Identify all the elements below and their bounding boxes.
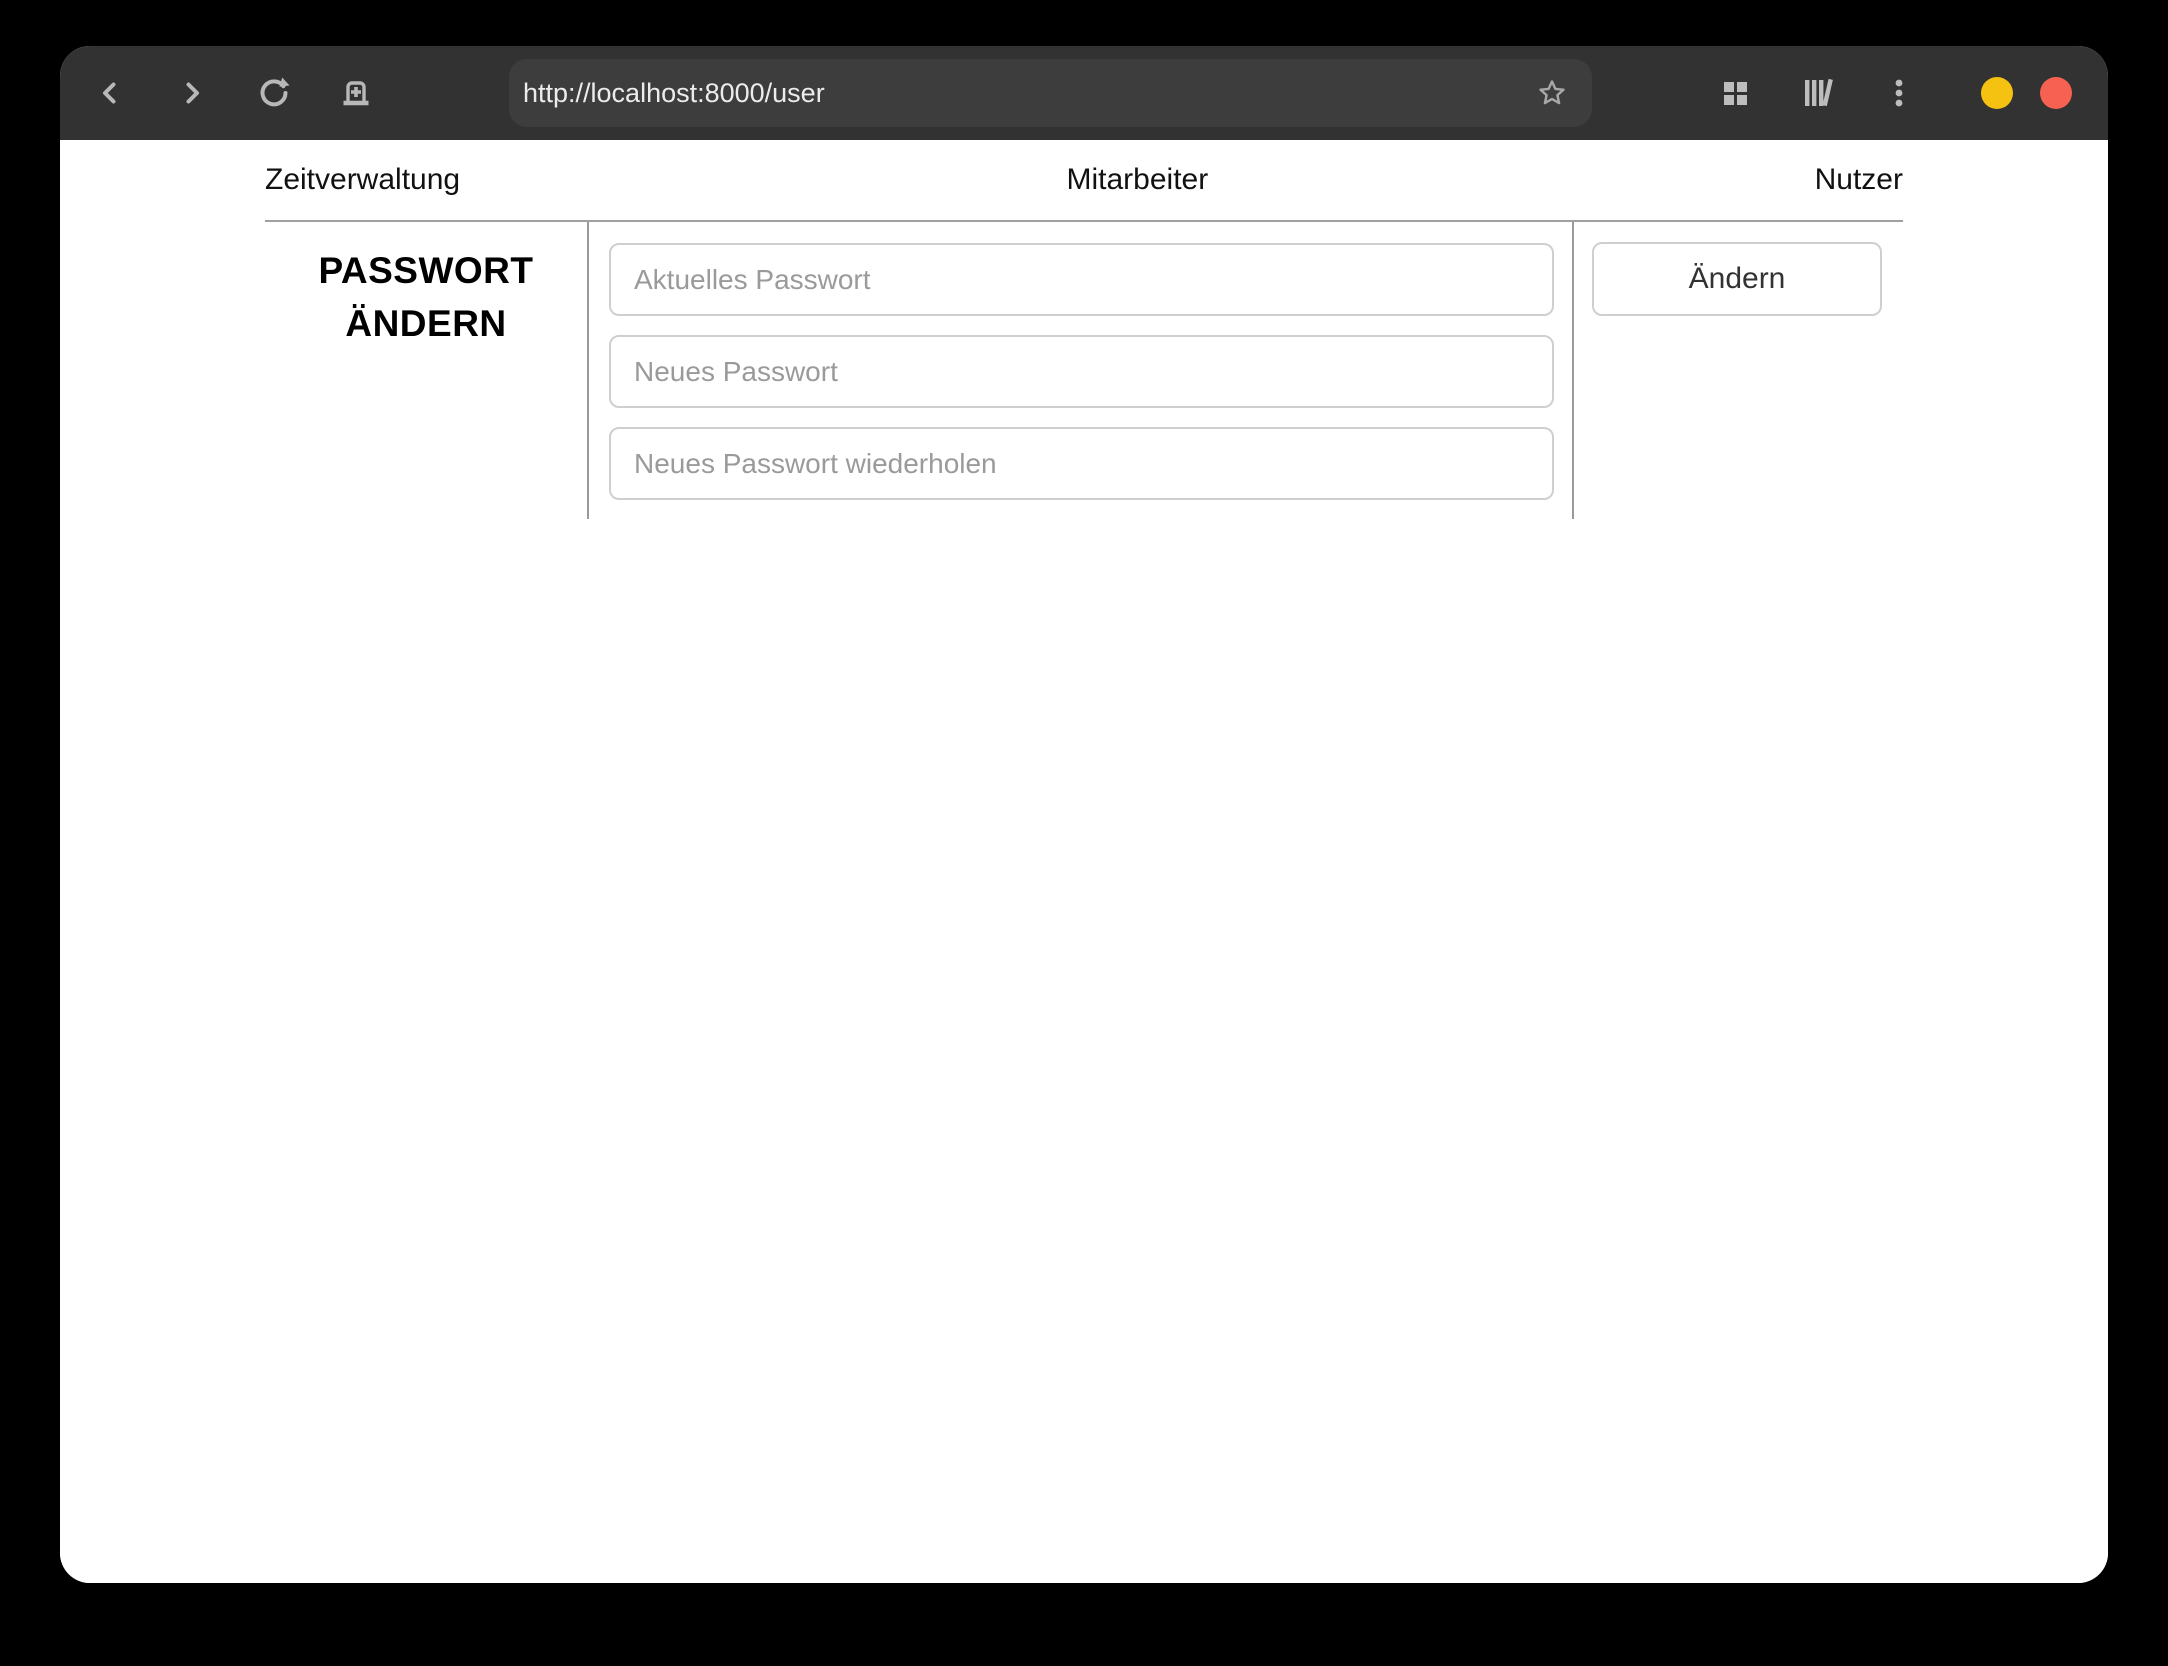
top-nav: Zeitverwaltung Mitarbeiter Nutzer	[265, 140, 1903, 222]
submit-cell: Ändern	[1574, 222, 1903, 519]
browser-toolbar: http://localhost:8000/user	[60, 46, 2108, 140]
page-container: Zeitverwaltung Mitarbeiter Nutzer PASSWO…	[265, 140, 1903, 519]
nav-item-nutzer[interactable]: Nutzer	[1815, 163, 1903, 197]
tab-overview-button[interactable]	[1713, 71, 1757, 115]
repeat-new-password-input[interactable]	[609, 427, 1554, 500]
page-content: Zeitverwaltung Mitarbeiter Nutzer PASSWO…	[60, 140, 2108, 1583]
section-heading-line2: ÄNDERN	[345, 303, 507, 344]
section-heading: PASSWORT ÄNDERN	[265, 244, 587, 350]
section-heading-line1: PASSWORT	[318, 250, 534, 291]
library-button[interactable]	[1795, 71, 1839, 115]
reload-button[interactable]	[252, 71, 296, 115]
password-change-section: PASSWORT ÄNDERN Ändern	[265, 222, 1903, 519]
section-heading-cell: PASSWORT ÄNDERN	[265, 222, 589, 519]
forward-button[interactable]	[170, 71, 214, 115]
grid-icon	[1718, 76, 1752, 110]
new-tab-button[interactable]	[334, 71, 378, 115]
star-icon	[1535, 76, 1569, 110]
menu-button[interactable]	[1877, 71, 1921, 115]
change-password-button[interactable]: Ändern	[1592, 242, 1882, 316]
reload-icon	[255, 74, 293, 112]
new-password-input[interactable]	[609, 335, 1554, 408]
chevron-right-icon	[175, 76, 209, 110]
library-books-icon	[1799, 75, 1835, 111]
chevron-left-icon	[93, 76, 127, 110]
password-fields-cell	[589, 222, 1574, 519]
new-tab-icon	[337, 74, 375, 112]
bookmark-button[interactable]	[1534, 75, 1570, 111]
browser-window: http://localhost:8000/user Zeitverwaltun…	[60, 46, 2108, 1583]
minimize-button[interactable]	[1981, 77, 2013, 109]
kebab-menu-icon	[1882, 76, 1916, 110]
url-text[interactable]: http://localhost:8000/user	[523, 78, 1534, 109]
nav-item-mitarbeiter[interactable]: Mitarbeiter	[1067, 163, 1209, 197]
nav-item-zeitverwaltung[interactable]: Zeitverwaltung	[265, 163, 460, 197]
current-password-input[interactable]	[609, 243, 1554, 316]
url-bar[interactable]: http://localhost:8000/user	[509, 59, 1592, 127]
close-button[interactable]	[2040, 77, 2072, 109]
back-button[interactable]	[88, 71, 132, 115]
